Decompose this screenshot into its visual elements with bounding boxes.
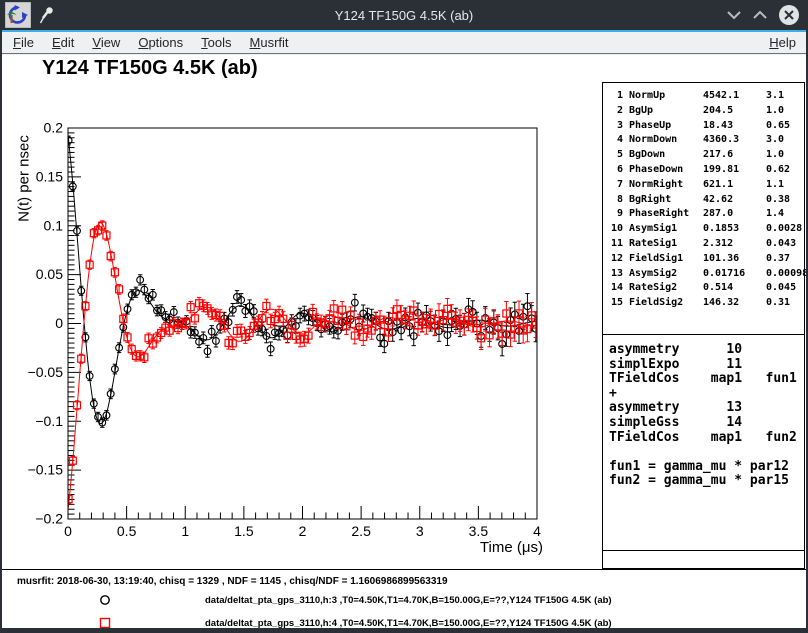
menu-options[interactable]: Options bbox=[129, 33, 192, 52]
x-tick-label: 1.5 bbox=[234, 523, 254, 539]
param-row: 4NormDown4360.33.0 bbox=[608, 133, 804, 148]
minimize-button chevron-down-icon[interactable] bbox=[726, 9, 742, 21]
param-row: 3PhaseUp18.430.65 bbox=[608, 119, 804, 134]
title-bar: Y124 TF150G 4.5K (ab) bbox=[0, 0, 808, 30]
y-tick-label: 0.1 bbox=[44, 217, 64, 233]
plot-title: Y124 TF150G 4.5K (ab) bbox=[42, 57, 258, 80]
fit-info-text: musrfit: 2018-06-30, 13:19:40, chisq = 1… bbox=[17, 576, 448, 587]
menu-file[interactable]: File bbox=[4, 33, 43, 52]
param-row: 5BgDown217.61.0 bbox=[608, 148, 804, 163]
theory-curve bbox=[68, 223, 537, 510]
x-axis-label: Time (μs) bbox=[443, 539, 543, 556]
window-border-bottom bbox=[0, 628, 808, 633]
stats-pane: 1NormUp4542.13.12BgUp204.51.03PhaseUp18.… bbox=[602, 82, 805, 569]
x-tick-label: 4 bbox=[533, 523, 541, 539]
menu-help[interactable]: Help bbox=[763, 33, 802, 52]
y-tick-label: 0.2 bbox=[44, 120, 64, 136]
menu-tools[interactable]: Tools bbox=[192, 33, 240, 52]
param-row: 6PhaseDown199.810.62 bbox=[608, 163, 804, 178]
y-tick-label: −0.05 bbox=[28, 364, 64, 380]
y-axis-label: N(t) per nsec bbox=[16, 124, 33, 234]
x-tick-label: 2 bbox=[299, 523, 307, 539]
y-tick-label: 0.15 bbox=[36, 168, 63, 184]
x-tick-label: 2.5 bbox=[351, 523, 371, 539]
x-tick-label: 0.5 bbox=[117, 523, 137, 539]
menu-items: FileEditViewOptionsToolsMusrfit bbox=[0, 33, 298, 52]
menu-edit[interactable]: Edit bbox=[43, 33, 83, 52]
data-series-2 bbox=[65, 221, 539, 510]
x-tick-label: 1 bbox=[181, 523, 189, 539]
close-button close-x-icon[interactable] bbox=[778, 4, 800, 26]
y-tick-label: 0.05 bbox=[36, 266, 63, 282]
param-row: 15FieldSig2146.320.31 bbox=[608, 296, 804, 311]
plot-footer: musrfit: 2018-06-30, 13:19:40, chisq = 1… bbox=[2, 569, 806, 628]
theory-box-text: asymmetry 10simplExpo 11TFieldCos map1 f… bbox=[603, 335, 804, 551]
x-tick-label: 0 bbox=[64, 523, 72, 539]
plot-canvas[interactable]: 0.20.150.10.050−0.05−0.1−0.15−0.200.511.… bbox=[0, 55, 602, 569]
param-row: 9PhaseRight287.01.4 bbox=[608, 207, 804, 222]
menu-view[interactable]: View bbox=[83, 33, 129, 52]
window-title: Y124 TF150G 4.5K (ab) bbox=[0, 8, 808, 23]
legend-label: data/deltat_pta_gps_3110,h:3 ,T0=4.50K,T… bbox=[205, 595, 612, 606]
legend-row: data/deltat_pta_gps_3110,h:3 ,T0=4.50K,T… bbox=[2, 592, 806, 608]
param-row: 13AsymSig20.017160.00098 bbox=[608, 267, 804, 282]
maximize-button chevron-up-icon[interactable] bbox=[752, 9, 768, 21]
param-row: 2BgUp204.51.0 bbox=[608, 104, 804, 119]
param-row: 8BgRight42.620.38 bbox=[608, 193, 804, 208]
y-tick-label: −0.2 bbox=[35, 511, 63, 527]
y-tick-label: 0 bbox=[55, 315, 63, 331]
param-row: 1NormUp4542.13.1 bbox=[608, 89, 804, 104]
param-row: 14RateSig20.5140.045 bbox=[608, 281, 804, 296]
param-row: 10AsymSig10.18530.0028 bbox=[608, 222, 804, 237]
theory-curve bbox=[68, 136, 537, 424]
legend-circle-marker-icon bbox=[97, 592, 113, 608]
application-window: { "window": { "title": "Y124 TF150G 4.5K… bbox=[0, 0, 808, 633]
window-border-left bbox=[0, 30, 2, 633]
y-tick-label: −0.15 bbox=[28, 462, 64, 478]
param-row: 7NormRight621.11.1 bbox=[608, 178, 804, 193]
menu-bar: FileEditViewOptionsToolsMusrfit Help bbox=[0, 32, 808, 54]
param-row: 12FieldSig1101.360.37 bbox=[608, 252, 804, 267]
x-tick-label: 3 bbox=[416, 523, 424, 539]
x-tick-label: 3.5 bbox=[469, 523, 489, 539]
data-series-1 bbox=[65, 136, 539, 428]
param-table: 1NormUp4542.13.12BgUp204.51.03PhaseUp18.… bbox=[603, 83, 804, 335]
active-window-accent-line bbox=[0, 30, 808, 32]
param-row: 11RateSig12.3120.043 bbox=[608, 237, 804, 252]
menu-musrfit[interactable]: Musrfit bbox=[241, 33, 298, 52]
y-tick-label: −0.1 bbox=[35, 413, 63, 429]
